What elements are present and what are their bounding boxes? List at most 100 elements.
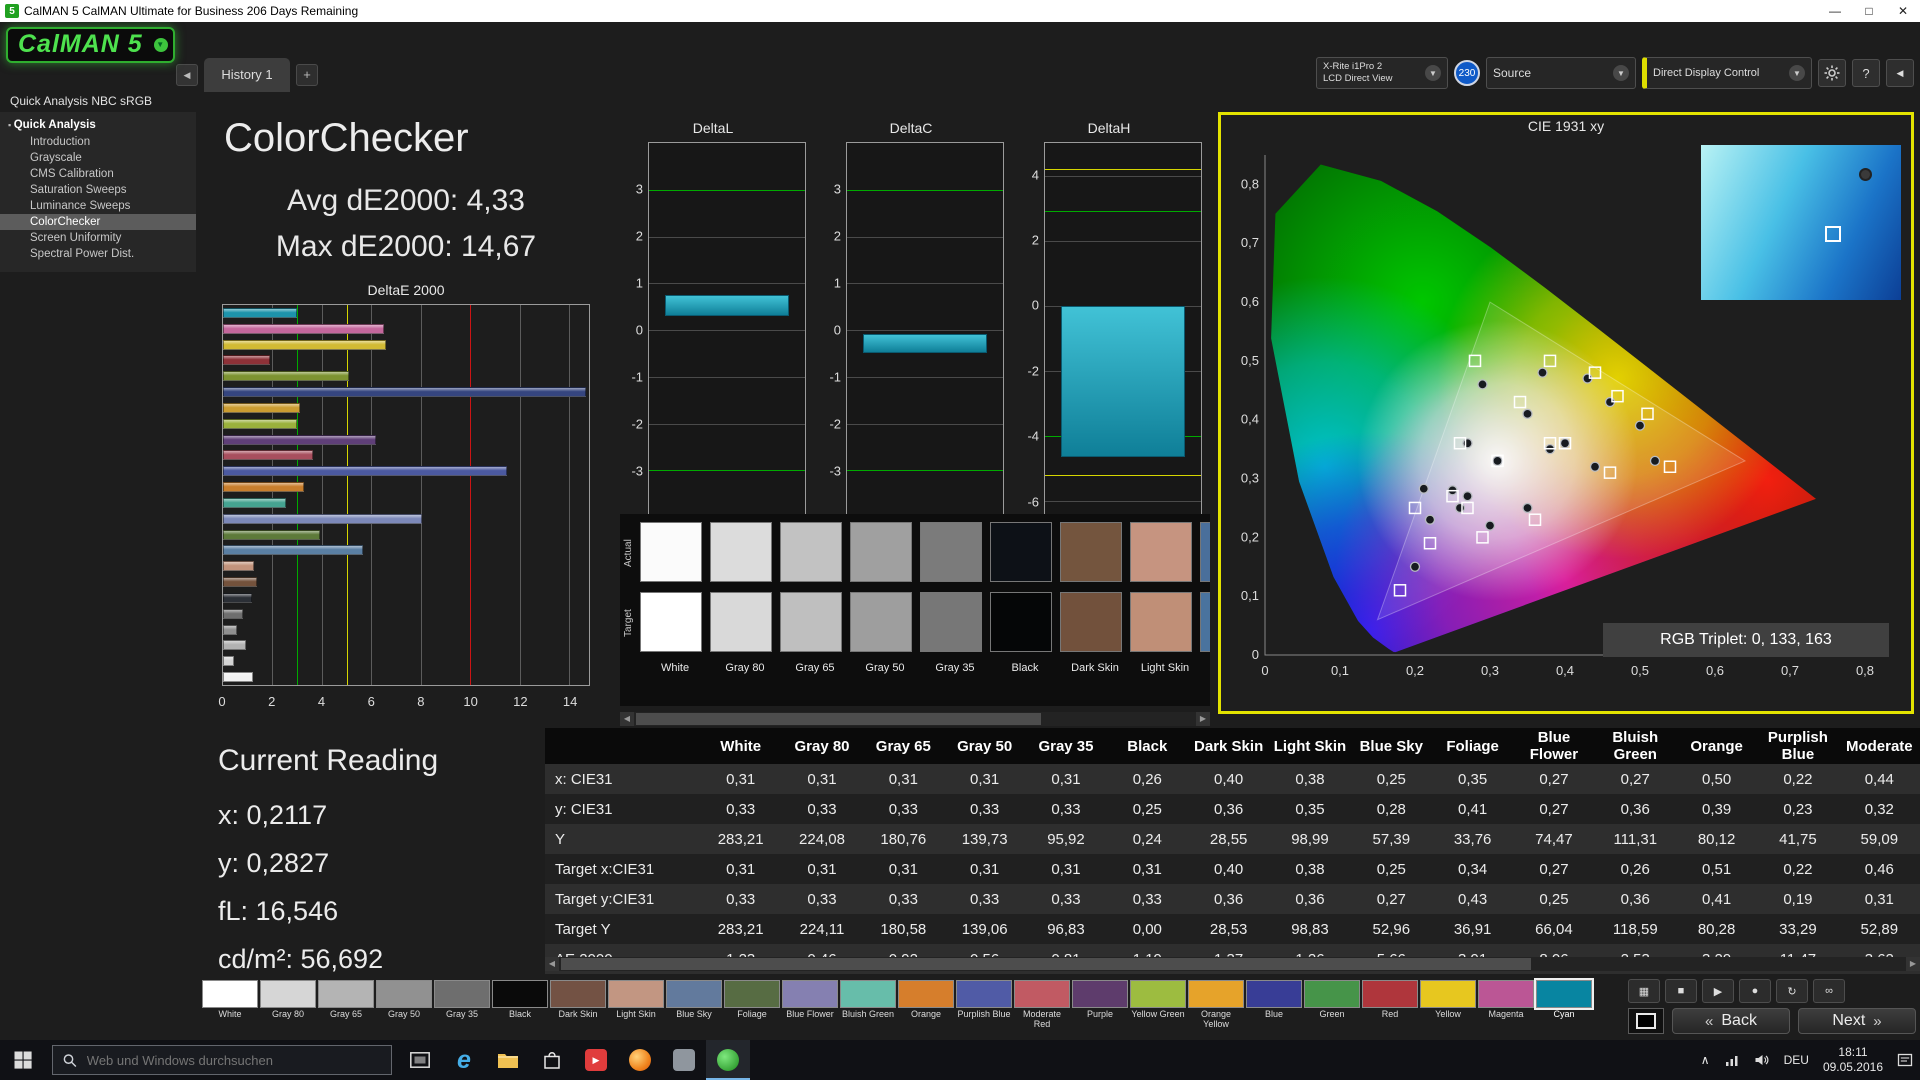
display-preview-button[interactable] [1628, 1008, 1664, 1034]
media-app-icon[interactable]: ▶ [574, 1040, 618, 1080]
source-dropdown[interactable]: Source ▼ [1486, 57, 1636, 89]
color-chip-light-skin[interactable]: Light Skin [608, 980, 664, 1030]
taskbar-search[interactable] [52, 1045, 392, 1075]
sidebar-item-cms-calibration[interactable]: CMS Calibration [0, 166, 196, 182]
color-chip-yellow-green[interactable]: Yellow Green [1130, 980, 1186, 1030]
gridline [1045, 176, 1201, 177]
play-button[interactable]: ▶ [1702, 979, 1734, 1003]
logo-text: CalMAN 5 [18, 30, 143, 58]
scrollbar-thumb[interactable] [636, 713, 1041, 725]
swatch-label: White [640, 662, 710, 674]
record-button[interactable]: ● [1739, 979, 1771, 1003]
color-chip-orange[interactable]: Orange [898, 980, 954, 1030]
logo-dropdown-icon[interactable]: ▼ [154, 38, 168, 52]
color-chip-black[interactable]: Black [492, 980, 548, 1030]
calman-logo[interactable]: CalMAN 5 ▼ [6, 27, 175, 63]
y-tick-label: 0 [834, 323, 841, 338]
svg-text:0,5: 0,5 [1241, 353, 1259, 368]
sidebar-item-introduction[interactable]: Introduction [0, 134, 196, 150]
reference-line [847, 470, 1003, 471]
sidebar-item-saturation-sweeps[interactable]: Saturation Sweeps [0, 182, 196, 198]
firefox-icon[interactable] [618, 1040, 662, 1080]
sidebar-item-grayscale[interactable]: Grayscale [0, 150, 196, 166]
color-chip-bluish-green[interactable]: Bluish Green [840, 980, 896, 1030]
continuous-button[interactable]: ∞ [1813, 979, 1845, 1003]
scrollbar-thumb[interactable] [561, 958, 1531, 970]
color-chip-blue-flower[interactable]: Blue Flower [782, 980, 838, 1030]
settings-button[interactable] [1818, 59, 1846, 87]
color-chip-gray-50[interactable]: Gray 50 [376, 980, 432, 1030]
minimize-button[interactable]: — [1818, 0, 1852, 22]
color-chip-green[interactable]: Green [1304, 980, 1360, 1030]
network-status[interactable] [1717, 1040, 1747, 1080]
color-chip-red[interactable]: Red [1362, 980, 1418, 1030]
calman-taskbar-icon[interactable] [706, 1040, 750, 1080]
y-tick-label: -4 [1027, 429, 1039, 444]
back-button[interactable]: « Back [1672, 1008, 1790, 1034]
sidebar-root[interactable]: Quick Analysis [0, 116, 196, 134]
taskbar-clock[interactable]: 18:11 09.05.2016 [1816, 1040, 1890, 1080]
color-chip-blue-sky[interactable]: Blue Sky [666, 980, 722, 1030]
sidebar-collapse-button[interactable]: ◀ [176, 64, 198, 86]
table-scrollbar[interactable]: ◀ ▶ [545, 957, 1920, 971]
shopping-bag-icon [543, 1050, 561, 1070]
sidebar-item-luminance-sweeps[interactable]: Luminance Sweeps [0, 198, 196, 214]
stop-button[interactable]: ■ [1665, 979, 1697, 1003]
maximize-button[interactable]: □ [1852, 0, 1886, 22]
color-chip-orange-yellow[interactable]: Orange Yellow [1188, 980, 1244, 1030]
sidebar-item-spectral-power-dist[interactable]: Spectral Power Dist. [0, 246, 196, 262]
color-chip-moderate-red[interactable]: Moderate Red [1014, 980, 1070, 1030]
task-view-button[interactable] [398, 1040, 442, 1080]
color-chip-magenta[interactable]: Magenta [1478, 980, 1534, 1030]
sidebar-item-screen-uniformity[interactable]: Screen Uniformity [0, 230, 196, 246]
edge-browser-icon[interactable]: e [442, 1040, 486, 1080]
reference-line [649, 190, 805, 191]
scroll-left-icon[interactable]: ◀ [545, 957, 559, 971]
column-header-moderate: Moderate [1839, 728, 1920, 764]
file-explorer-icon[interactable] [486, 1040, 530, 1080]
next-button[interactable]: Next » [1798, 1008, 1916, 1034]
svg-text:0,7: 0,7 [1241, 235, 1259, 250]
close-button[interactable]: ✕ [1886, 0, 1920, 22]
store-icon[interactable] [530, 1040, 574, 1080]
color-chip-purple[interactable]: Purple [1072, 980, 1128, 1030]
color-chip-cyan[interactable]: Cyan [1536, 980, 1592, 1030]
scroll-left-icon[interactable]: ◀ [620, 712, 634, 726]
help-button[interactable]: ? [1852, 59, 1880, 87]
new-tab-button[interactable]: + [296, 64, 318, 86]
chart-title: DeltaH [1016, 120, 1202, 140]
display-control-dropdown[interactable]: Direct Display Control ▼ [1642, 57, 1812, 89]
color-chip-gray-80[interactable]: Gray 80 [260, 980, 316, 1030]
gridline [322, 305, 323, 685]
volume-status[interactable] [1747, 1040, 1777, 1080]
screenshot-tool-icon[interactable] [662, 1040, 706, 1080]
actual-swatch-light-skin [1130, 522, 1192, 582]
color-chip-dark-skin[interactable]: Dark Skin [550, 980, 606, 1030]
color-chip-white[interactable]: White [202, 980, 258, 1030]
pattern-button[interactable]: ▦ [1628, 979, 1660, 1003]
swatch-label [1200, 662, 1210, 674]
start-button[interactable] [0, 1040, 46, 1080]
sidebar-item-colorchecker[interactable]: ColorChecker [0, 214, 196, 230]
scroll-right-icon[interactable]: ▶ [1906, 957, 1920, 971]
navigation-controls: « Back Next » [1628, 1008, 1916, 1034]
workflow-header: Quick Analysis NBC sRGB [10, 94, 152, 108]
swatch-scrollbar[interactable]: ◀ ▶ [620, 712, 1210, 726]
time: 18:11 [1838, 1045, 1867, 1060]
search-input[interactable] [85, 1052, 381, 1069]
color-chip-yellow[interactable]: Yellow [1420, 980, 1476, 1030]
color-chip-foliage[interactable]: Foliage [724, 980, 780, 1030]
loop-button[interactable]: ↻ [1776, 979, 1808, 1003]
color-chip-blue[interactable]: Blue [1246, 980, 1302, 1030]
meter-dropdown[interactable]: X-Rite i1Pro 2 LCD Direct View ▼ [1316, 57, 1448, 89]
color-chip-gray-65[interactable]: Gray 65 [318, 980, 374, 1030]
scroll-right-icon[interactable]: ▶ [1196, 712, 1210, 726]
language-indicator[interactable]: DEU [1777, 1040, 1816, 1080]
gridline [649, 283, 805, 284]
color-chip-purplish-blue[interactable]: Purplish Blue [956, 980, 1012, 1030]
color-chip-gray-35[interactable]: Gray 35 [434, 980, 490, 1030]
tab-history-1[interactable]: History 1 [204, 58, 290, 92]
tray-expand-button[interactable]: ∧ [1694, 1040, 1717, 1080]
panel-toggle-button[interactable]: ◀ [1886, 59, 1914, 87]
action-center-button[interactable] [1890, 1040, 1920, 1080]
